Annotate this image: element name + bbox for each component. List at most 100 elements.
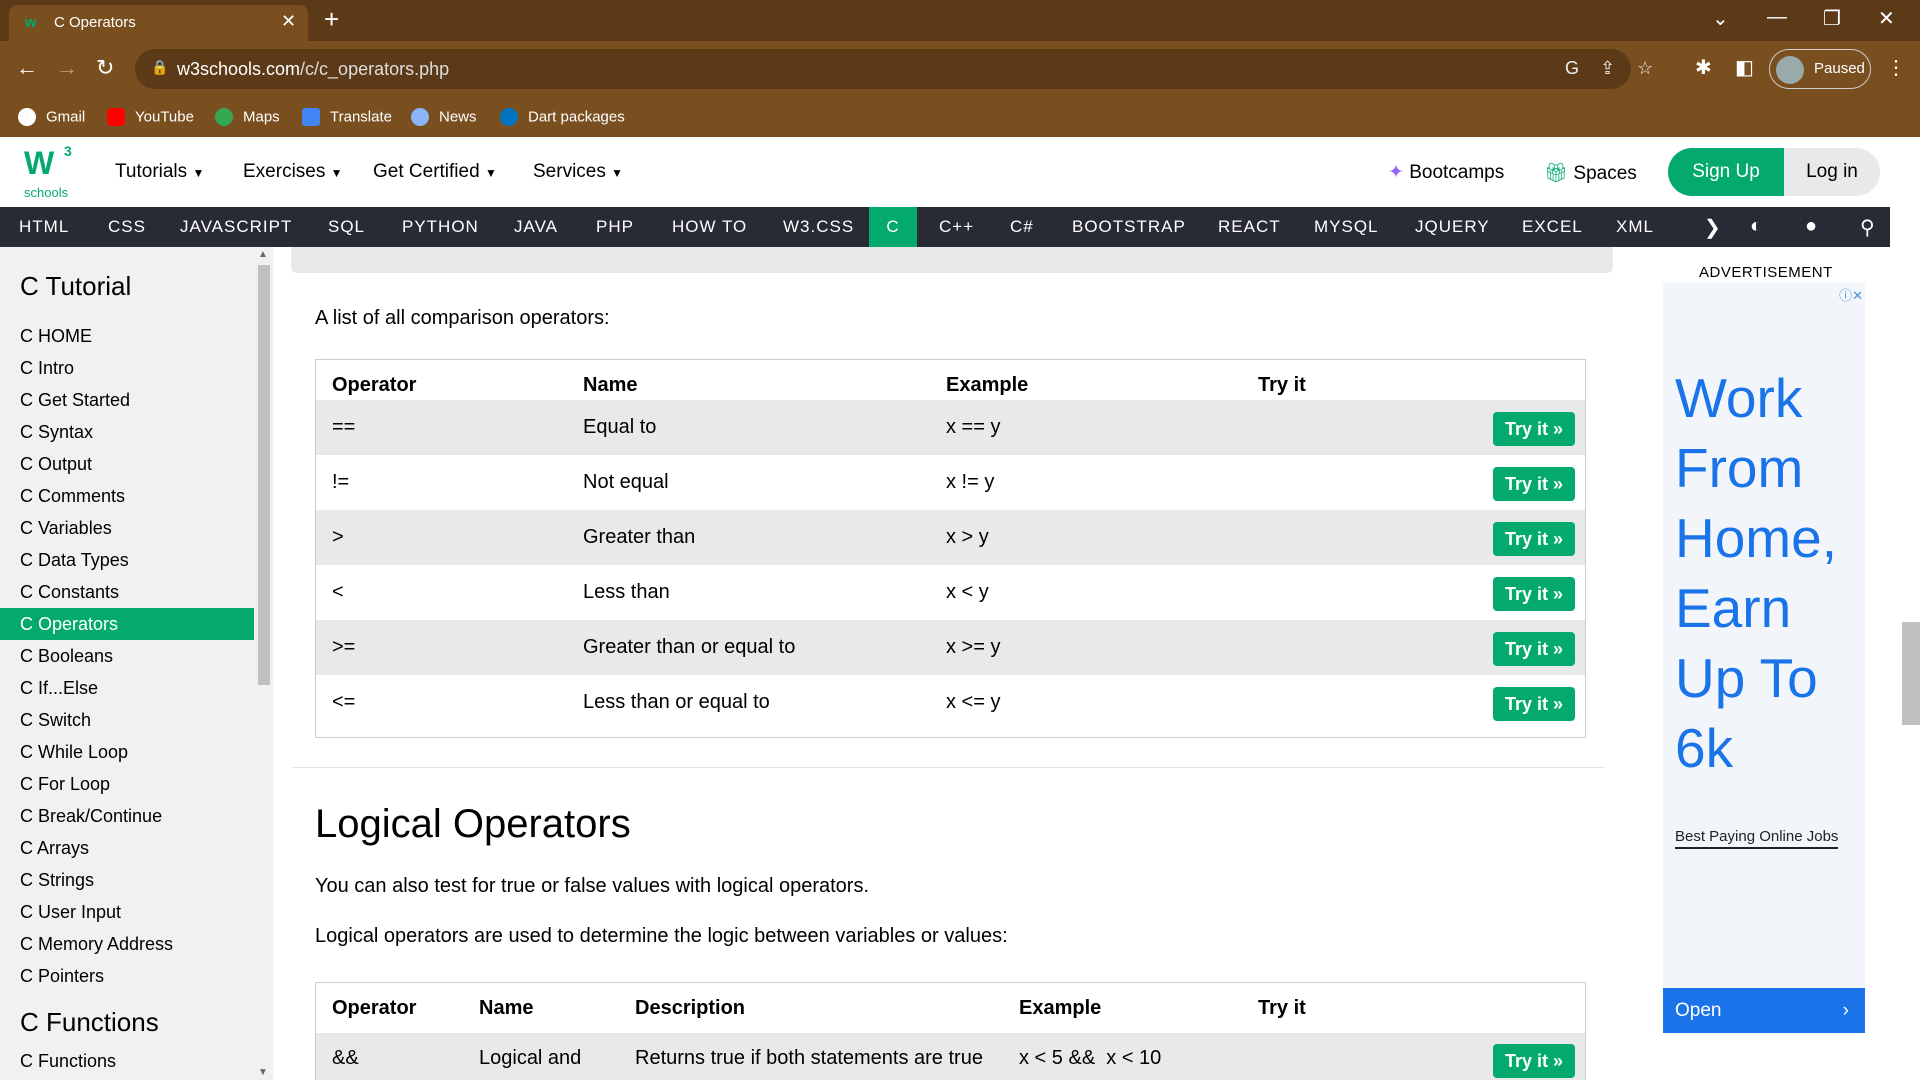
topnav-java[interactable]: JAVA [512, 207, 560, 247]
topnav-css[interactable]: CSS [106, 207, 148, 247]
close-window-icon[interactable]: ✕ [1878, 6, 1895, 31]
topnav-javascript[interactable]: JAVASCRIPT [178, 207, 294, 247]
topnav-w3css[interactable]: W3.CSS [781, 207, 856, 247]
google-icon[interactable]: G [1565, 58, 1579, 79]
sidebar-item-c-functions[interactable]: C Functions [0, 1045, 254, 1077]
forward-icon[interactable]: → [56, 55, 78, 81]
menu-get-certified[interactable]: Get Certified ▼ [373, 161, 497, 183]
sidebar-item-c-get-started[interactable]: C Get Started [0, 384, 254, 416]
table-row: == Equal to x == y Try it » [316, 400, 1585, 455]
reload-icon[interactable]: ↻ [96, 55, 114, 81]
topnav-c[interactable]: C [869, 207, 917, 247]
sidebar-item-c-arrays[interactable]: C Arrays [0, 832, 254, 864]
sidebar-item-c-user-input[interactable]: C User Input [0, 896, 254, 928]
menu-exercises[interactable]: Exercises ▼ [243, 161, 343, 183]
logical-paragraph-1: You can also test for true or false valu… [315, 875, 870, 897]
topnav-mysql[interactable]: MYSQL [1312, 207, 1381, 247]
scroll-down-icon[interactable]: ▼ [258, 1067, 268, 1078]
ad-open-button[interactable]: Open › [1663, 988, 1865, 1033]
sidebar-item-c-if-else[interactable]: C If...Else [0, 672, 254, 704]
scroll-up-icon[interactable]: ▲ [258, 249, 268, 260]
chevron-right-icon[interactable]: ❯ [1704, 215, 1722, 240]
topnav-xml[interactable]: XML [1614, 207, 1656, 247]
browser-tab[interactable]: w C Operators ✕ [9, 5, 308, 41]
search-icon[interactable]: ⚲ [1860, 215, 1876, 240]
scrollbar-thumb[interactable] [1902, 622, 1920, 725]
scrollbar-thumb[interactable] [258, 265, 270, 685]
header-description: Description [635, 997, 746, 1019]
cell-name: Logical and [479, 1047, 582, 1069]
tab-search-icon[interactable]: ⌄ [1712, 6, 1729, 31]
try-it-button[interactable]: Try it » [1493, 577, 1575, 611]
w3schools-logo[interactable]: W 3 schools [22, 143, 78, 201]
page-scrollbar[interactable] [1890, 137, 1920, 1080]
topnav-react[interactable]: REACT [1216, 207, 1283, 247]
advertisement[interactable]: ⓘ✕ Work From Home, Earn Up To 6k Best Pa… [1663, 283, 1865, 1033]
try-it-button[interactable]: Try it » [1493, 1044, 1575, 1078]
bookmark-translate[interactable]: Translate [302, 108, 392, 128]
back-icon[interactable]: ← [16, 55, 38, 81]
globe-icon[interactable]: ● [1805, 215, 1818, 238]
topnav-csharp[interactable]: C# [1008, 207, 1036, 247]
sidebar-scrollbar[interactable]: ▲ ▼ [255, 247, 273, 1080]
contrast-icon[interactable]: ◐ [1750, 215, 1763, 238]
browser-toolbar: ← → ↻ 🔒 w3schools.com/c/c_operators.php … [0, 41, 1920, 97]
bootcamps-link[interactable]: ✦ Bootcamps [1388, 161, 1504, 184]
sidebar-item-c-switch[interactable]: C Switch [0, 704, 254, 736]
menu-services[interactable]: Services ▼ [533, 161, 623, 183]
logical-table: Operator Name Description Example Try it… [315, 982, 1586, 1080]
ad-subline[interactable]: Best Paying Online Jobs [1675, 828, 1839, 849]
spaces-link[interactable]: 🎁︎ Spaces [1544, 161, 1637, 185]
sidebar-item-c-home[interactable]: C HOME [0, 320, 254, 352]
sidebar-item-c-data-types[interactable]: C Data Types [0, 544, 254, 576]
sidebar-item-c-comments[interactable]: C Comments [0, 480, 254, 512]
star-icon[interactable]: ☆ [1637, 58, 1653, 79]
ad-close-icon[interactable]: ⓘ✕ [1839, 285, 1863, 304]
sidebar-item-c-booleans[interactable]: C Booleans [0, 640, 254, 672]
sidebar-item-c-pointers[interactable]: C Pointers [0, 960, 254, 992]
topnav-cpp[interactable]: C++ [937, 207, 976, 247]
menu-tutorials[interactable]: Tutorials ▼ [115, 161, 204, 183]
sidebar-item-c-constants[interactable]: C Constants [0, 576, 254, 608]
bookmark-dart-packages[interactable]: Dart packages [500, 108, 625, 128]
topnav-html[interactable]: HTML [17, 207, 71, 247]
try-it-button[interactable]: Try it » [1493, 467, 1575, 501]
share-icon[interactable]: ⇪ [1600, 58, 1615, 79]
topnav-python[interactable]: PYTHON [400, 207, 481, 247]
log-in-button[interactable]: Log in [1784, 148, 1880, 196]
topnav-excel[interactable]: EXCEL [1520, 207, 1585, 247]
topnav-sql[interactable]: SQL [326, 207, 367, 247]
sidebar-item-c-strings[interactable]: C Strings [0, 864, 254, 896]
sidebar-item-c-variables[interactable]: C Variables [0, 512, 254, 544]
extensions-icon[interactable]: ✱ [1695, 55, 1712, 80]
bookmark-youtube[interactable]: YouTube [107, 108, 194, 128]
try-it-button[interactable]: Try it » [1493, 632, 1575, 666]
sign-up-button[interactable]: Sign Up [1668, 148, 1784, 196]
try-it-button[interactable]: Try it » [1493, 522, 1575, 556]
new-tab-icon[interactable]: + [324, 4, 339, 35]
bookmark-news[interactable]: News [411, 108, 477, 128]
topnav-jquery[interactable]: JQUERY [1413, 207, 1492, 247]
topnav-howto[interactable]: HOW TO [670, 207, 749, 247]
topnav-php[interactable]: PHP [594, 207, 636, 247]
close-tab-icon[interactable]: ✕ [281, 11, 296, 32]
try-it-button[interactable]: Try it » [1493, 412, 1575, 446]
topnav-bootstrap[interactable]: BOOTSTRAP [1070, 207, 1188, 247]
bookmark-gmail[interactable]: Gmail [18, 108, 85, 128]
sidebar-item-c-output[interactable]: C Output [0, 448, 254, 480]
sidebar-item-c-intro[interactable]: C Intro [0, 352, 254, 384]
profile-button[interactable]: Paused [1769, 49, 1871, 89]
menu-icon[interactable]: ⋮ [1886, 55, 1906, 80]
sidebar-item-c-while-loop[interactable]: C While Loop [0, 736, 254, 768]
minimize-icon[interactable]: — [1767, 6, 1787, 29]
sidebar-item-c-memory-address[interactable]: C Memory Address [0, 928, 254, 960]
sidebar-item-c-operators[interactable]: C Operators [0, 608, 254, 640]
side-panel-icon[interactable]: ◧ [1735, 55, 1754, 80]
sidebar-item-c-for-loop[interactable]: C For Loop [0, 768, 254, 800]
sidebar-item-c-syntax[interactable]: C Syntax [0, 416, 254, 448]
restore-icon[interactable]: ❐ [1823, 6, 1841, 31]
bookmark-maps[interactable]: Maps [215, 108, 280, 128]
sidebar-item-c-break-continue[interactable]: C Break/Continue [0, 800, 254, 832]
try-it-button[interactable]: Try it » [1493, 687, 1575, 721]
address-bar[interactable]: 🔒 w3schools.com/c/c_operators.php G ⇪ ☆ [135, 49, 1653, 89]
